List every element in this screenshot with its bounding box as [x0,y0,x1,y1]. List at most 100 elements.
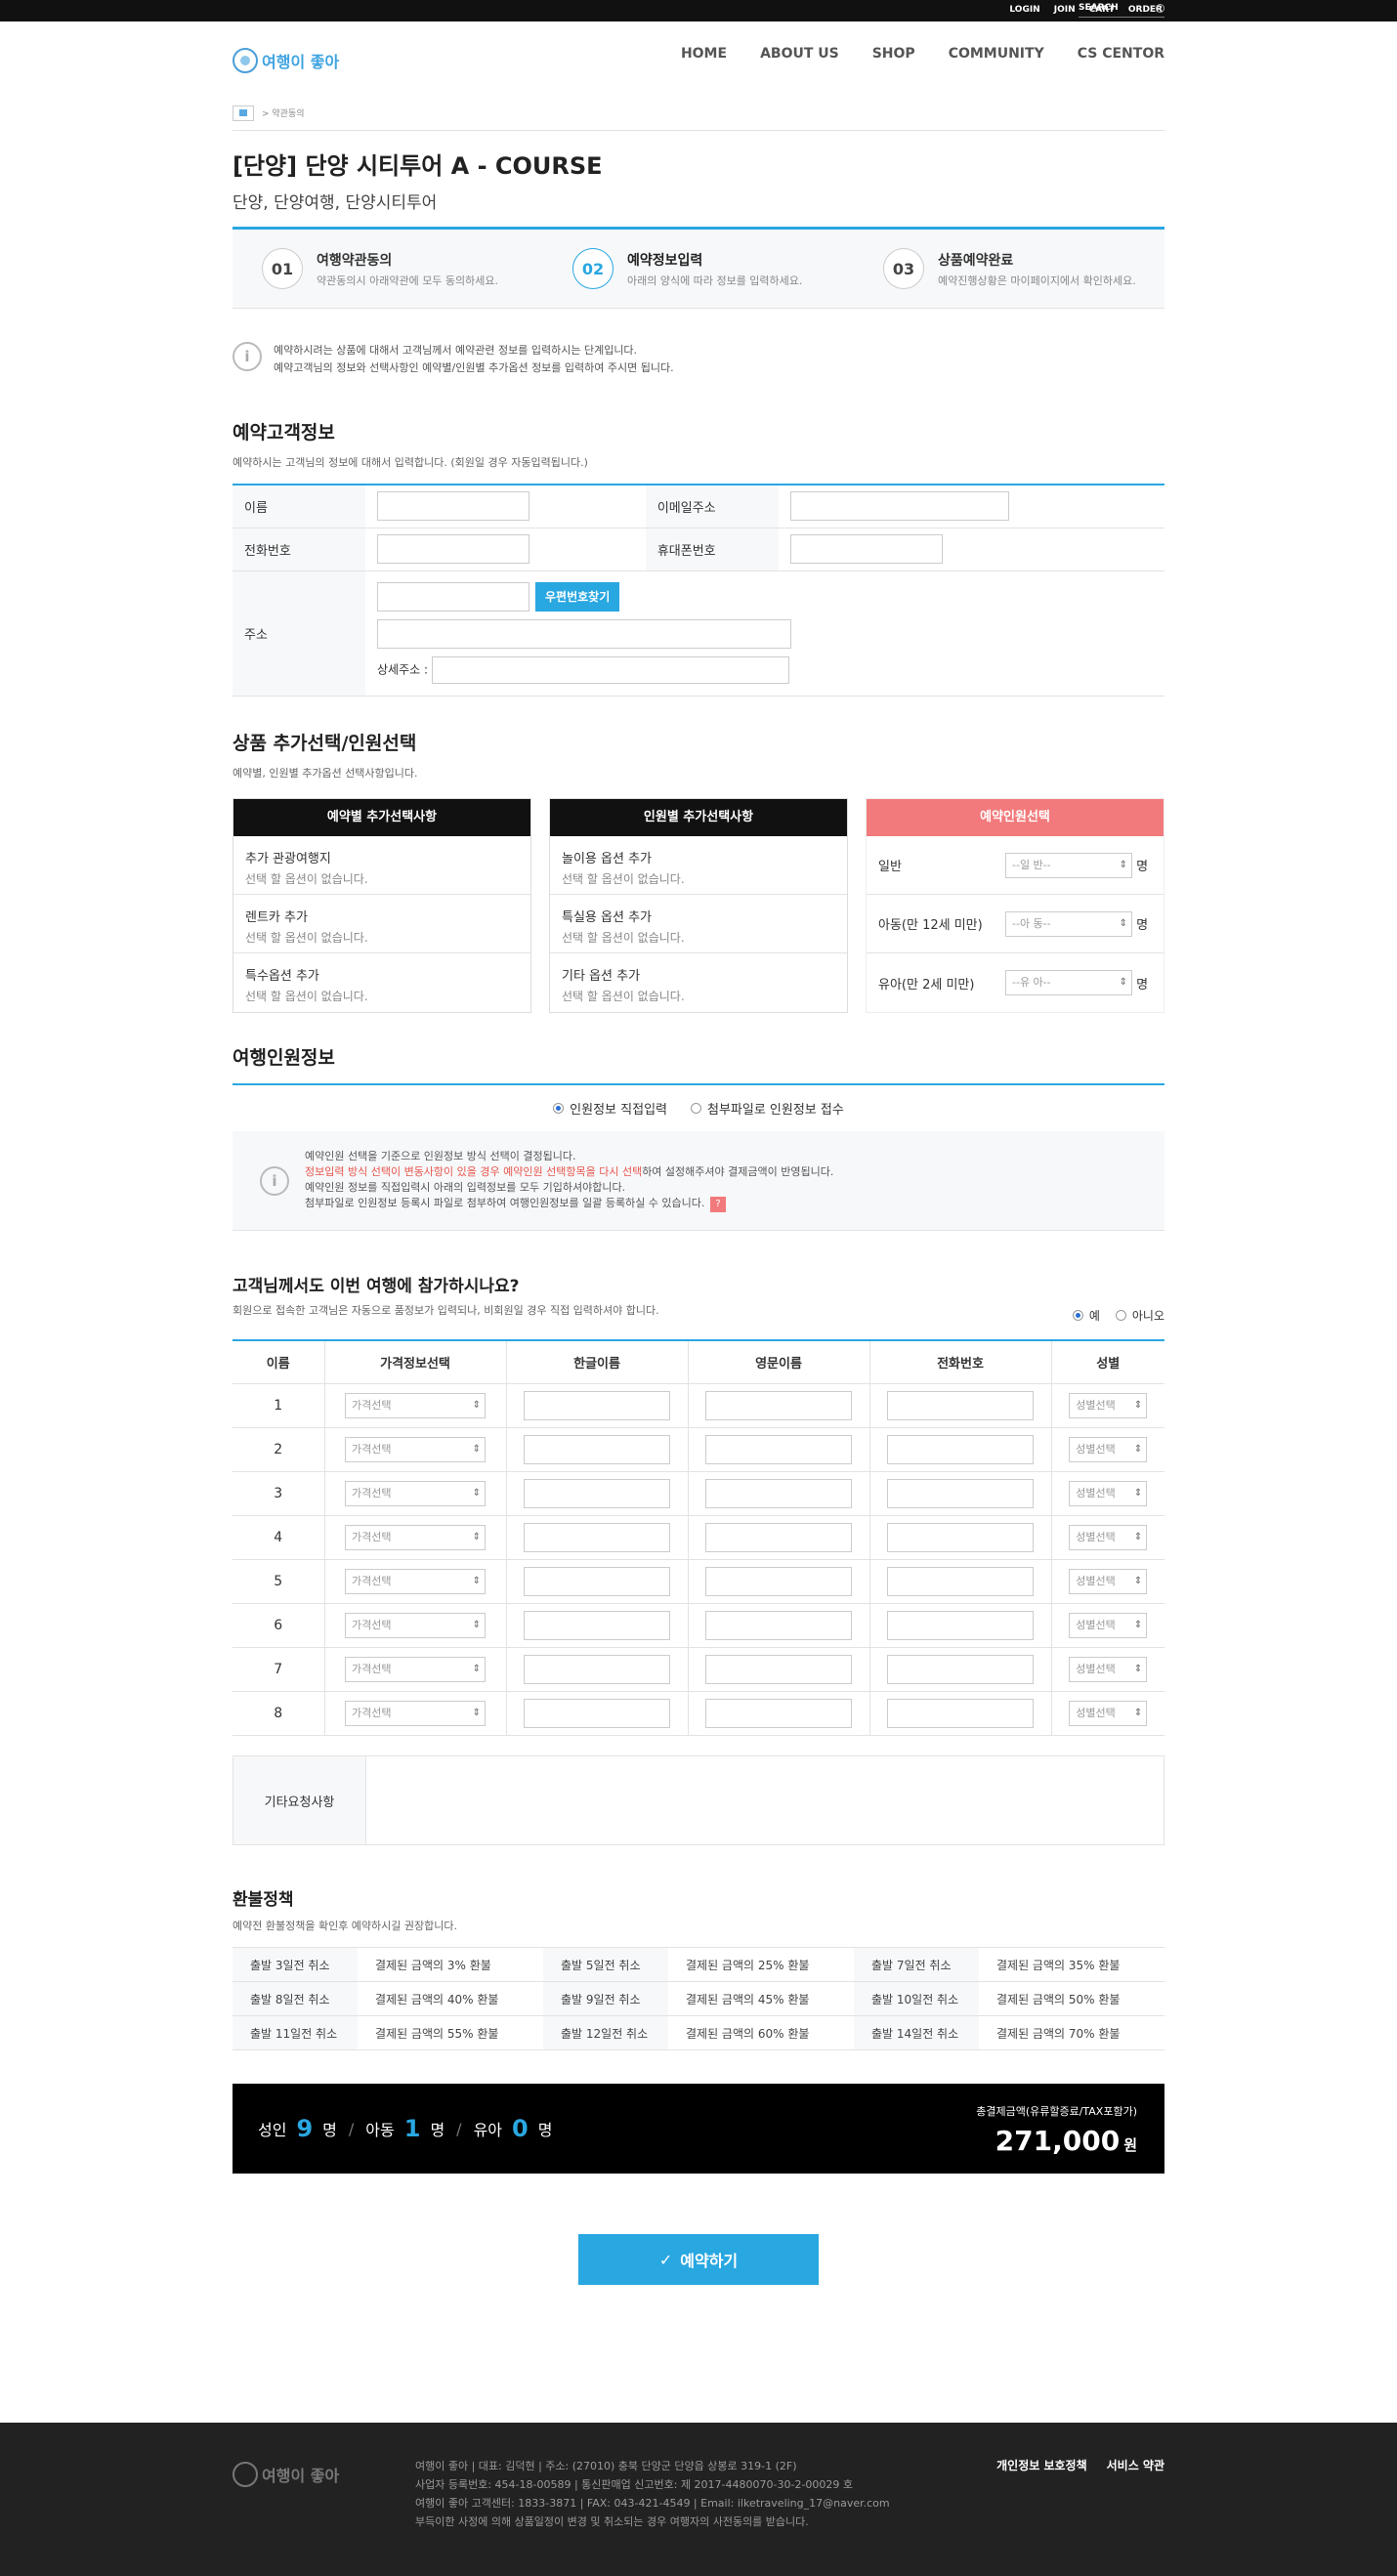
korean-name-input[interactable] [524,1654,670,1684]
file-input-radio[interactable]: 첨부파일로 인원정보 접수 [690,1099,844,1118]
search-icon[interactable] [1156,4,1164,13]
detail-address-input[interactable] [431,656,789,684]
zipcode-input[interactable] [377,582,529,612]
footer-links: 개인정보 보호정책 서비스 약관 [996,2457,1164,2473]
headcount-summary: 성인 9 명 / 아동 1 명 / 유아 0 명 [258,2115,553,2142]
travelers-section: 여행인원정보 인원정보 직접입력 첨부파일로 인원정보 접수 i 예약인원 선택… [233,1043,1164,1231]
korean-name-input[interactable] [524,1390,670,1420]
logo[interactable]: 여행이 좋아 [233,41,340,80]
gender-select[interactable]: 성별선택 [1069,1656,1148,1682]
phone-input[interactable] [887,1698,1034,1728]
headcount-row-adult: 일반--일 반-- 명 [867,836,1164,895]
english-name-input[interactable] [705,1654,852,1684]
gender-select[interactable]: 성별선택 [1069,1700,1148,1726]
adult-select[interactable]: --일 반-- [1005,852,1132,878]
terms-link[interactable]: 서비스 약관 [1107,2457,1164,2473]
gender-select[interactable]: 성별선택 [1069,1612,1148,1638]
headcount-select: 예약인원선택 일반--일 반-- 명 아동(만 12세 미만)--아 동-- 명… [866,798,1164,1013]
english-name-input[interactable] [705,1390,852,1420]
options-columns: 예약별 추가선택사항 추가 관광여행지 선택 할 옵션이 없습니다. 렌트카 추가… [233,798,1164,1013]
price-select[interactable]: 가격선택 [345,1524,486,1550]
email-label: 이메일주소 [645,485,779,528]
book-button[interactable]: ✓ 예약하기 [578,2234,819,2285]
privacy-link[interactable]: 개인정보 보호정책 [996,2457,1087,2473]
price-select[interactable]: 가격선택 [345,1436,486,1462]
korean-name-input[interactable] [524,1522,670,1552]
step-3: 03 상품예약완료 예약진행상황은 마이페이지에서 확인하세요. [854,230,1164,308]
table-row: 출발 8일전 취소 결제된 금액의 40% 환불 출발 9일전 취소 결제된 금액의 … [233,1981,1164,2016]
child-select[interactable]: --아 동-- [1005,910,1132,937]
korean-name-input[interactable] [524,1478,670,1508]
reservation-options: 예약별 추가선택사항 추가 관광여행지 선택 할 옵션이 없습니다. 렌트카 추가… [233,798,531,1013]
phone-input[interactable] [377,534,529,564]
english-name-input[interactable] [705,1478,852,1508]
yes-radio[interactable]: 예 [1072,1307,1100,1324]
row-number: 6 [233,1603,325,1648]
infant-select[interactable]: --유 아-- [1005,970,1132,995]
column-header: 예약별 추가선택사항 [233,799,530,836]
korean-name-input[interactable] [524,1434,670,1464]
join-link[interactable]: JOIN [1054,5,1076,15]
column-header: 전화번호 [869,1340,1052,1384]
gender-select[interactable]: 성별선택 [1069,1568,1148,1594]
info-icon: i [233,342,262,371]
footer-info: 여행이 좋아 | 대표: 김덕현 | 주소: (27010) 충북 단양군 단양… [415,2460,890,2528]
gender-select[interactable]: 성별선택 [1069,1480,1148,1506]
column-header: 영문이름 [688,1340,870,1384]
english-name-input[interactable] [705,1698,852,1728]
english-name-input[interactable] [705,1566,852,1596]
price-select[interactable]: 가격선택 [345,1612,486,1638]
step-indicator: 01 여행약관동의 약관동의시 아래약관에 모두 동의하세요. 02 예약정보입력… [233,227,1164,309]
english-name-input[interactable] [705,1522,852,1552]
etc-textarea[interactable] [366,1756,1164,1844]
gender-select[interactable]: 성별선택 [1069,1436,1148,1462]
nav-home[interactable]: HOME [681,46,727,62]
english-name-input[interactable] [705,1434,852,1464]
help-badge[interactable]: ? [710,1197,726,1212]
row-number: 1 [233,1383,325,1428]
phone-input[interactable] [887,1654,1034,1684]
column-header: 한글이름 [506,1340,689,1384]
price-select[interactable]: 가격선택 [345,1480,486,1506]
table-row: 2 가격선택 성별선택 [233,1427,1164,1472]
nav-shop[interactable]: SHOP [872,46,915,62]
phone-input[interactable] [887,1434,1034,1464]
gender-select[interactable]: 성별선택 [1069,1524,1148,1550]
no-radio[interactable]: 아니오 [1115,1307,1164,1324]
gender-select[interactable]: 성별선택 [1069,1392,1148,1418]
refund-value: 결제된 금액의 70% 환불 [979,2015,1164,2050]
section-title: 여행인원정보 [233,1047,335,1069]
nav-community[interactable]: COMMUNITY [949,46,1044,62]
row-number: 2 [233,1427,325,1472]
logo-text: 여행이 좋아 [262,53,340,71]
direct-input-radio[interactable]: 인원정보 직접입력 [553,1099,667,1118]
email-input[interactable] [789,491,1009,522]
footer-logo: 여행이 좋아 [233,2462,339,2487]
mobile-input[interactable] [789,534,943,564]
section-title: 고객님께서도 이번 여행에 참가하시나요? [233,1277,520,1296]
phone-input[interactable] [887,1522,1034,1552]
phone-input[interactable] [887,1390,1034,1420]
notice-line: 예약하시려는 상품에 대해서 고객님께서 예약관련 정보를 입력하시는 단계입니… [274,344,638,357]
name-input[interactable] [377,491,529,522]
english-name-input[interactable] [705,1610,852,1640]
korean-name-input[interactable] [524,1610,670,1640]
nav-cs-center[interactable]: CS CENTOR [1078,46,1164,62]
price-select[interactable]: 가격선택 [345,1700,486,1726]
korean-name-input[interactable] [524,1698,670,1728]
price-select[interactable]: 가격선택 [345,1656,486,1682]
korean-name-input[interactable] [524,1566,670,1596]
address-input[interactable] [377,619,791,649]
price-select[interactable]: 가격선택 [345,1568,486,1594]
top-search-input[interactable]: SEARCH [1079,3,1164,18]
zipcode-search-button[interactable]: 우편번호찾기 [535,582,620,612]
refund-value: 결제된 금액의 40% 환불 [358,1981,543,2016]
login-link[interactable]: LOGIN [1009,5,1039,15]
home-icon[interactable] [233,105,254,121]
price-select[interactable]: 가격선택 [345,1392,486,1418]
phone-input[interactable] [887,1478,1034,1508]
phone-input[interactable] [887,1610,1034,1640]
footer: 여행이 좋아 여행이 좋아 | 대표: 김덕현 | 주소: (27010) 충북… [0,2423,1397,2576]
phone-input[interactable] [887,1566,1034,1596]
nav-about[interactable]: ABOUT US [760,46,839,62]
